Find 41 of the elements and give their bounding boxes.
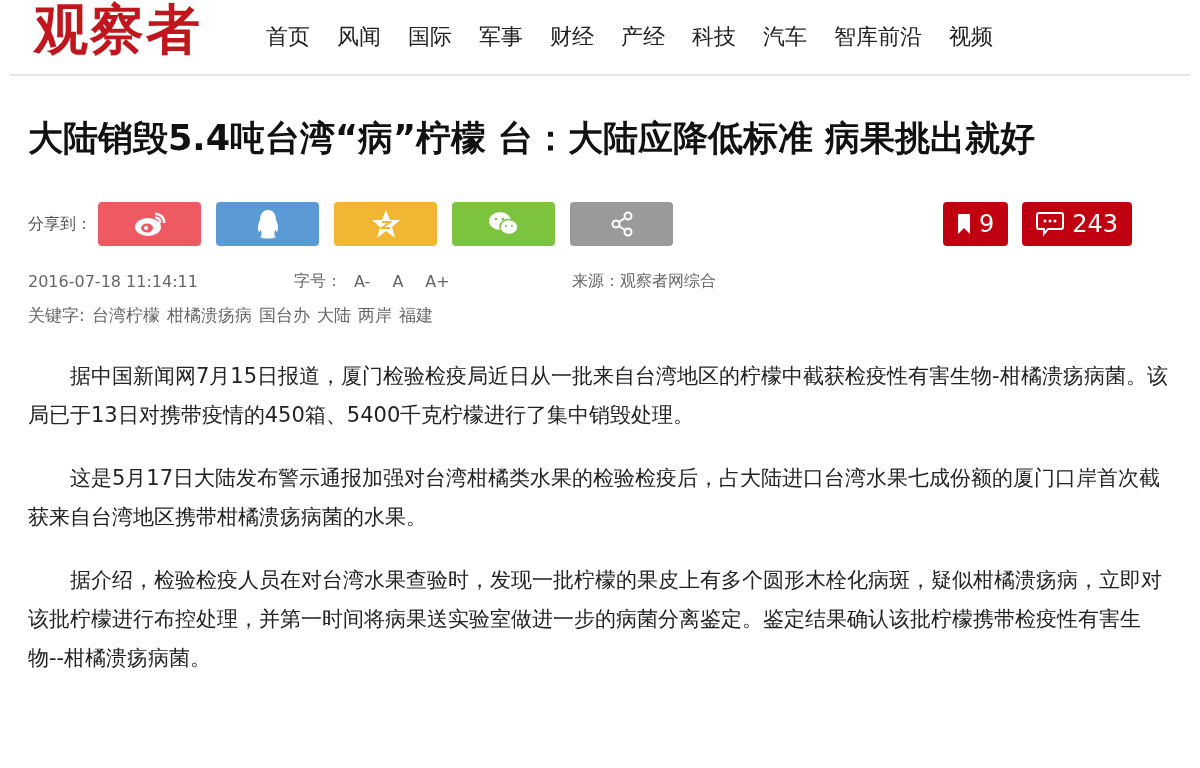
bookmark-icon (956, 213, 971, 235)
nav-link[interactable]: 国际 (408, 22, 452, 52)
source-text: 来源：观察者网综合 (571, 270, 716, 292)
article-paragraph: 据介绍，检验检疫人员在对台湾水果查验时，发现一批柠檬的果皮上有多个圆形木栓化病斑，疑似柑橘溃疡病，立即对该批柠檬进行布控处理，并第一时间将病果送实验室做进一步的病菌分离鉴定。鉴定结果确认该批柠檬携带检疫性有害生物--柑橘溃疡病菌。 (28, 567, 1163, 672)
comment-icon (1036, 211, 1065, 237)
font-size-label: 字号： (294, 270, 342, 292)
eye-swirl-icon (132, 210, 167, 238)
share-label: 分享到： (28, 213, 93, 235)
nav-link[interactable]: 科技 (692, 22, 736, 52)
keywords-label: 关键字: (28, 304, 85, 327)
font-size-link[interactable]: A (392, 271, 404, 291)
penguin-icon (255, 209, 280, 239)
share-button[interactable] (452, 202, 555, 246)
article-headline: 大陆销毁5.4吨台湾“病”柠檬 台：大陆应降低标准 病果挑出就好 (28, 117, 1037, 160)
bookmark-button[interactable]: 9 (942, 202, 1009, 246)
keyword-link[interactable]: 国台办 (258, 304, 310, 327)
site-logo[interactable]: 观察者 (34, 0, 266, 67)
nav-link[interactable]: 风闻 (337, 22, 381, 52)
nav-link[interactable]: 产经 (621, 22, 665, 52)
nav-link[interactable]: 财经 (550, 22, 594, 52)
share-button[interactable] (570, 202, 673, 246)
share-button[interactable] (334, 202, 437, 246)
share-button[interactable] (216, 202, 319, 246)
nav-link[interactable]: 视频 (949, 22, 993, 52)
nav-link[interactable]: 智库前沿 (834, 22, 922, 52)
nav-link[interactable]: 首页 (266, 22, 310, 52)
keyword-link[interactable]: 柑橘溃疡病 (166, 304, 252, 327)
font-size-link[interactable]: A- (354, 271, 371, 291)
font-size-link[interactable]: A+ (425, 271, 450, 291)
keyword-link[interactable]: 大陆 (316, 304, 351, 327)
nav-link[interactable]: 军事 (479, 22, 523, 52)
keyword-link[interactable]: 台湾柠檬 (91, 304, 160, 327)
publish-date: 2016-07-18 11:14:11 (28, 271, 199, 291)
keyword-link[interactable]: 福建 (398, 304, 433, 327)
keyword-link[interactable]: 两岸 (357, 304, 392, 327)
comment-button[interactable]: 243 (1022, 202, 1132, 246)
article-paragraph: 这是5月17日大陆发布警示通报加强对台湾柑橘类水果的检验检疫后，占大陆进口台湾水果七成份额的厦门口岸首次截获来自台湾地区携带柑橘溃疡病菌的水果。 (28, 465, 1162, 531)
star-icon (370, 209, 401, 239)
article-paragraph: 据中国新闻网7月15日报道，厦门检验检疫局近日从一批来自台湾地区的柠檬中截获检疫性有害生物-柑橘溃疡病菌。该局已于13日对携带疫情的450箱、5400千克柠檬进行了集中销毁处理。 (28, 363, 1168, 429)
nav-link[interactable]: 汽车 (763, 22, 807, 52)
share-button[interactable] (98, 202, 201, 246)
